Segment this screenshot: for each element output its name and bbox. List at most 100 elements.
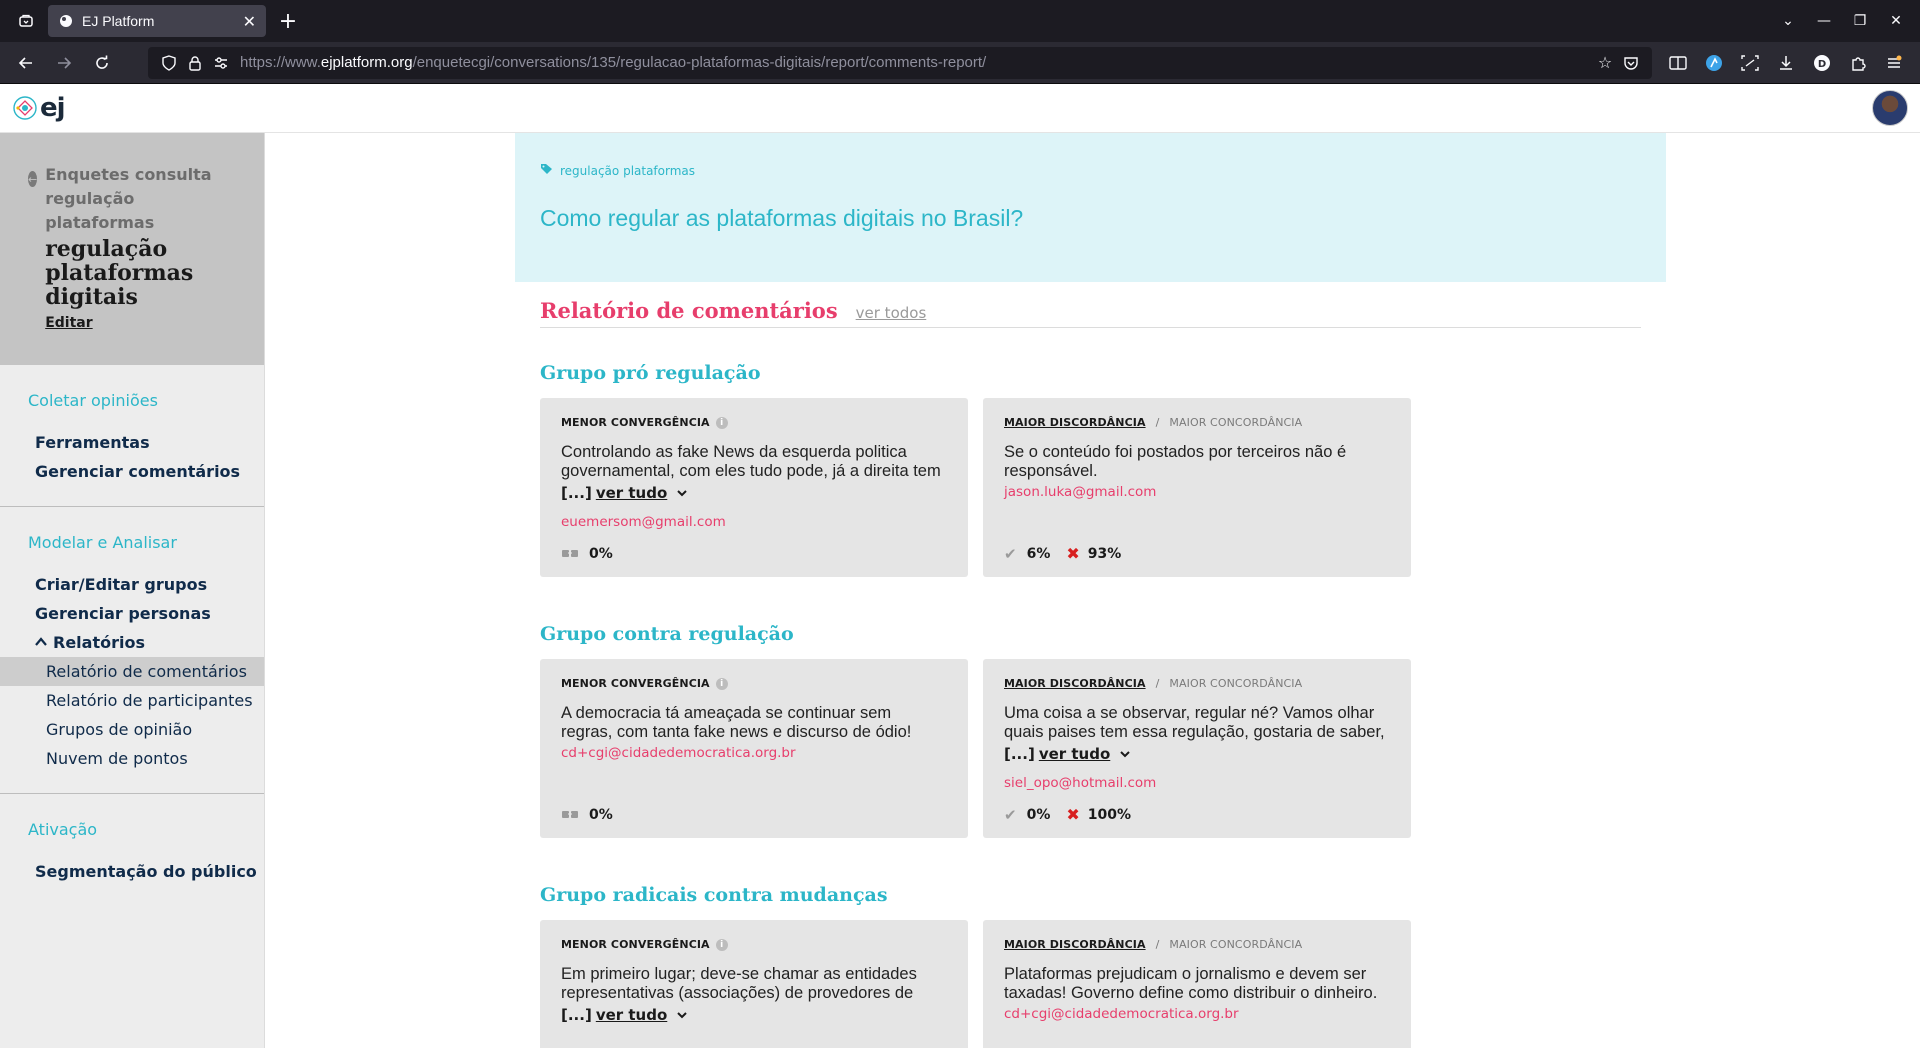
restore-button[interactable]: ❐: [1844, 5, 1876, 37]
comment-card-more-disagreement: MAIOR DISCORDÂNCIA / MAIOR CONCORDÂNCIA …: [983, 398, 1411, 577]
ellipsis: [...]: [1004, 745, 1035, 763]
sidebar-item-ferramentas[interactable]: Ferramentas: [0, 428, 264, 457]
sidebar-section-activation: Ativação Segmentação do público: [0, 794, 264, 906]
group-title: Grupo contra regulação: [540, 623, 794, 645]
sidebar-item-criar-grupos[interactable]: Criar/Editar grupos: [0, 570, 264, 599]
url-bar[interactable]: https://www.ejplatform.org/enquetecgi/co…: [148, 46, 1652, 79]
tab-list-icon[interactable]: [8, 5, 44, 37]
url-text[interactable]: https://www.ejplatform.org/enquetecgi/co…: [240, 54, 1592, 71]
main-content: regulação plataformas Como regular as pl…: [265, 133, 1920, 1048]
comment-author: cd+cgi@cidadedemocratica.org.br: [561, 745, 796, 761]
info-icon[interactable]: i: [715, 938, 728, 951]
conversation-tag[interactable]: regulação plataformas: [540, 163, 1641, 179]
profile-icon[interactable]: D: [1804, 47, 1840, 79]
reader-view-icon[interactable]: [1660, 47, 1696, 79]
stat-value: 0%: [589, 546, 613, 562]
url-prefix: https://www.: [240, 54, 321, 71]
menu-icon[interactable]: [1876, 47, 1912, 79]
comment-text: Se o conteúdo foi postados por terceiros…: [1004, 443, 1347, 480]
comment-text: Plataformas prejudicam o jornalismo e de…: [1004, 965, 1378, 1002]
reload-button[interactable]: [84, 47, 120, 79]
comment-text: Controlando as fake News da esquerda pol…: [561, 443, 941, 480]
screenshot-icon[interactable]: [1732, 47, 1768, 79]
card-label-text: MENOR CONVERGÊNCIA: [561, 938, 710, 951]
avatar[interactable]: [1872, 90, 1908, 126]
shield-icon[interactable]: [156, 51, 182, 75]
chevron-down-icon[interactable]: ⌄: [1772, 5, 1804, 37]
sidebar-item-relatorios[interactable]: Relatórios: [0, 628, 264, 657]
comment-card-less-convergence: MENOR CONVERGÊNCIA i Controlando as fake…: [540, 398, 968, 577]
close-window-button[interactable]: ✕: [1880, 5, 1912, 37]
see-all-toggle[interactable]: [...] ver tudo: [561, 484, 947, 502]
minimize-button[interactable]: —: [1808, 5, 1840, 37]
comment-text: Uma coisa a se observar, regular né? Vam…: [1004, 704, 1385, 741]
chevron-up-icon: [35, 635, 47, 651]
info-icon[interactable]: i: [715, 416, 728, 429]
forward-button[interactable]: [46, 47, 82, 79]
card-label: MAIOR DISCORDÂNCIA / MAIOR CONCORDÂNCIA: [1004, 938, 1390, 951]
see-all-text: ver tudo: [1038, 745, 1111, 763]
see-all-text: ver tudo: [595, 1006, 668, 1024]
card-label-text: MENOR CONVERGÊNCIA: [561, 416, 710, 429]
comment-author: jason.luka@gmail.com: [1004, 484, 1157, 500]
see-all-link[interactable]: ver todos: [856, 304, 927, 322]
back-arrow-icon[interactable]: ←: [28, 171, 38, 187]
chevron-down-icon: [1120, 747, 1130, 761]
tag-icon: [540, 163, 554, 179]
sidebar-subitem-nuvem-pontos[interactable]: Nuvem de pontos: [0, 744, 264, 773]
back-button[interactable]: [8, 47, 44, 79]
tab-more-agreement[interactable]: MAIOR CONCORDÂNCIA: [1169, 677, 1302, 690]
card-label: MENOR CONVERGÊNCIA i: [561, 938, 947, 951]
lock-icon[interactable]: [182, 51, 208, 75]
sidebar-heading: Ativação: [28, 820, 98, 839]
see-all-toggle[interactable]: [...] ver tudo: [561, 1006, 947, 1024]
tab-title: EJ Platform: [82, 13, 155, 29]
comment-author: cd+cgi@cidadedemocratica.org.br: [1004, 1006, 1239, 1022]
sidebar-item-label: Relatórios: [53, 633, 145, 652]
ej-logo-icon: [13, 96, 37, 120]
see-all-toggle[interactable]: [...] ver tudo: [1004, 745, 1390, 763]
tab-more-agreement[interactable]: MAIOR CONCORDÂNCIA: [1169, 416, 1302, 429]
new-tab-button[interactable]: +: [270, 5, 306, 37]
bookmark-star-icon[interactable]: ☆: [1592, 51, 1618, 75]
label-separator: /: [1155, 938, 1160, 951]
ej-logo[interactable]: ej: [12, 93, 66, 123]
permissions-icon[interactable]: [208, 51, 234, 75]
info-icon[interactable]: i: [715, 677, 728, 690]
card-stats: 0%: [561, 806, 613, 824]
check-icon: ✔: [1004, 544, 1017, 563]
comment-card-more-disagreement: MAIOR DISCORDÂNCIA / MAIOR CONCORDÂNCIA …: [983, 920, 1411, 1048]
sidebar-item-segmentacao[interactable]: Segmentação do público: [0, 857, 264, 886]
tab-more-disagreement[interactable]: MAIOR DISCORDÂNCIA: [1004, 677, 1146, 690]
edit-link[interactable]: Editar: [45, 315, 92, 331]
sidebar-subitem-relatorio-participantes[interactable]: Relatório de participantes: [0, 686, 264, 715]
close-tab-icon[interactable]: ✕: [243, 12, 256, 31]
tab-more-agreement[interactable]: MAIOR CONCORDÂNCIA: [1169, 938, 1302, 951]
card-stats: 0%: [561, 545, 613, 563]
download-icon[interactable]: [1768, 47, 1804, 79]
tab-more-disagreement[interactable]: MAIOR DISCORDÂNCIA: [1004, 416, 1146, 429]
extensions-puzzle-icon[interactable]: [1840, 47, 1876, 79]
sidebar-item-gerenciar-personas[interactable]: Gerenciar personas: [0, 599, 264, 628]
report-title: Relatório de comentários: [540, 298, 838, 323]
tab-more-disagreement[interactable]: MAIOR DISCORDÂNCIA: [1004, 938, 1146, 951]
card-label: MENOR CONVERGÊNCIA i: [561, 677, 947, 690]
comment-text: Em primeiro lugar; deve-se chamar as ent…: [561, 965, 917, 1002]
sidebar-subitem-relatorio-comentarios[interactable]: Relatório de comentários: [0, 657, 264, 686]
report-header: Relatório de comentários ver todos: [540, 298, 1641, 328]
card-label-text: MENOR CONVERGÊNCIA: [561, 677, 710, 690]
sidebar-parent-link[interactable]: Enquetes consulta regulação plataformas: [45, 163, 244, 235]
browser-tab[interactable]: EJ Platform ✕: [48, 5, 266, 37]
sidebar: ← Enquetes consulta regulação plataforma…: [0, 133, 265, 1048]
extension-blue-icon[interactable]: [1696, 47, 1732, 79]
x-icon: ✖: [1066, 805, 1080, 824]
sidebar-item-gerenciar-comentarios[interactable]: Gerenciar comentários: [0, 457, 264, 486]
pocket-icon[interactable]: [1618, 51, 1644, 75]
label-separator: /: [1155, 416, 1160, 429]
label-separator: /: [1155, 677, 1160, 690]
sidebar-header: ← Enquetes consulta regulação plataforma…: [0, 133, 264, 365]
sidebar-subitem-grupos-opiniao[interactable]: Grupos de opinião: [0, 715, 264, 744]
tag-label: regulação plataformas: [560, 164, 696, 178]
skip-icon: [561, 806, 579, 824]
group-section: Grupo contra regulação MENOR CONVERGÊNCI…: [540, 623, 1920, 838]
